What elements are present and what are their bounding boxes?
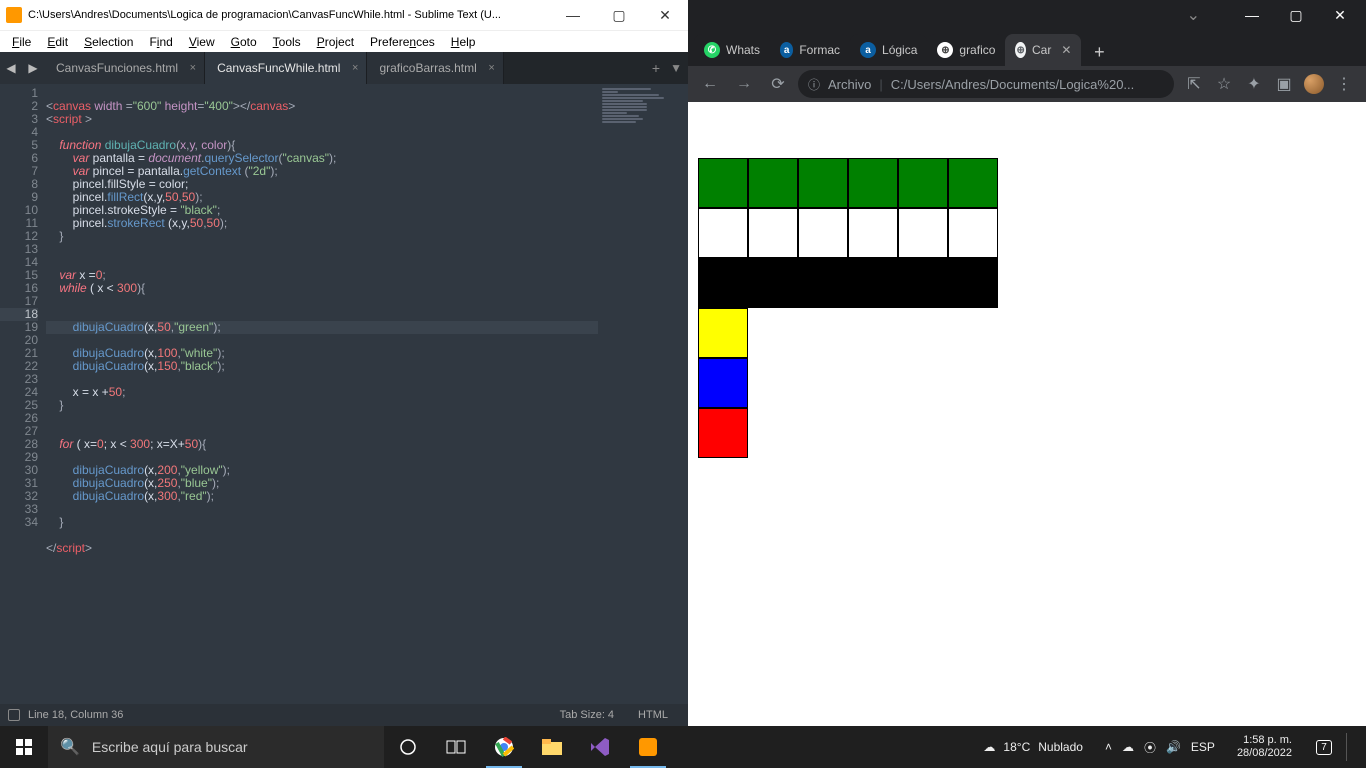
window-title: C:\Users\Andres\Documents\Logica de prog… [28,9,550,21]
sublime-app-icon [6,7,22,23]
extensions-icon[interactable]: ✦ [1240,70,1268,98]
whatsapp-icon: ✆ [704,42,720,58]
tab-menu-icon[interactable]: ▼ [670,61,682,75]
menu-help[interactable]: Help [443,33,484,51]
menu-edit[interactable]: Edit [39,33,76,51]
onedrive-icon[interactable]: ☁ [1122,740,1134,754]
star-icon[interactable]: ☆ [1210,70,1238,98]
close-icon[interactable]: × [488,62,494,74]
tab-canvasfuncwhile[interactable]: CanvasFuncWhile.html× [205,52,367,84]
close-button[interactable]: ✕ [1318,1,1362,29]
language-indicator[interactable]: ESP [1191,740,1215,754]
tab-whatsapp[interactable]: ✆Whats [694,34,770,66]
globe-icon: ⊕ [937,42,953,58]
show-desktop[interactable] [1346,733,1360,761]
tab-next-icon[interactable]: ▶ [22,52,44,84]
search-icon: 🔍 [60,737,80,757]
maximize-button[interactable]: ▢ [1274,1,1318,29]
cortana-icon[interactable] [384,726,432,768]
weather-widget[interactable]: ☁ 18°C Nublado [973,740,1093,754]
tab-prev-icon[interactable]: ◀ [0,52,22,84]
chrome-app-icon[interactable] [480,726,528,768]
search-box[interactable]: 🔍 Escribe aquí para buscar [48,726,384,768]
sidebar-toggle-icon[interactable] [8,709,20,721]
chrome-tabbar: ✆Whats aFormac aLógica ⊕grafico ⊕Car✕ + [688,30,1366,66]
close-icon[interactable]: ✕ [1061,43,1071,57]
chrome-window: ⌄ — ▢ ✕ ✆Whats aFormac aLógica ⊕grafico … [688,0,1366,726]
windows-taskbar: 🔍 Escribe aquí para buscar ☁ 18°C Nublad… [0,726,1366,768]
new-tab-button[interactable]: + [1085,38,1113,66]
sublime-menubar: File Edit Selection Find View Goto Tools… [0,30,688,52]
tab-nav: ◀ ▶ [0,52,44,84]
system-tray: ˄ ☁ ⦿ 🔊 ESP [1099,739,1221,756]
tab-grafico[interactable]: ⊕grafico [927,34,1005,66]
minimize-button[interactable]: — [550,0,596,30]
menu-project[interactable]: Project [309,33,362,51]
sublime-app-icon[interactable] [624,726,672,768]
tab-canvasfunciones[interactable]: CanvasFunciones.html× [44,52,205,84]
canvas-output [698,158,998,458]
menu-find[interactable]: Find [141,33,180,51]
tab-graficobarras[interactable]: graficoBarras.html× [367,52,503,84]
code-editor[interactable]: <canvas width ="600" height="400"></canv… [46,84,598,704]
notifications-icon[interactable]: 7 [1308,726,1340,768]
menu-selection[interactable]: Selection [76,33,141,51]
sublime-tabbar: ◀ ▶ CanvasFunciones.html× CanvasFuncWhil… [0,52,688,84]
close-button[interactable]: ✕ [642,0,688,30]
cursor-position[interactable]: Line 18, Column 36 [28,709,123,721]
browser-viewport [688,102,1366,726]
globe-icon: ⊕ [1015,42,1026,58]
address-bar[interactable]: ⓘ Archivo | C:/Users/Andres/Documents/Lo… [798,70,1174,98]
line-gutter[interactable]: 1234567891011121314151617181920212223242… [0,84,46,704]
menu-tools[interactable]: Tools [265,33,309,51]
sublime-statusbar: Line 18, Column 36 Tab Size: 4 HTML [0,704,688,726]
tab-size[interactable]: Tab Size: 4 [548,709,626,721]
taskbar-apps [384,726,672,768]
menu-view[interactable]: View [181,33,223,51]
chevron-up-icon[interactable]: ˄ [1105,740,1112,754]
new-tab-icon[interactable]: + [652,60,660,76]
menu-icon[interactable]: ⋮ [1330,70,1358,98]
close-icon[interactable]: × [190,62,196,74]
start-button[interactable] [0,726,48,768]
tab-formacion[interactable]: aFormac [770,34,850,66]
reading-list-icon[interactable]: ▣ [1270,70,1298,98]
menu-preferences[interactable]: Preferences [362,33,443,51]
tab-logica[interactable]: aLógica [850,34,927,66]
share-icon[interactable]: ⇱ [1180,70,1208,98]
sublime-titlebar[interactable]: C:\Users\Andres\Documents\Logica de prog… [0,0,688,30]
info-icon[interactable]: ⓘ [808,76,820,93]
menu-goto[interactable]: Goto [223,33,265,51]
editor-body: 1234567891011121314151617181920212223242… [0,84,688,704]
alura-icon: a [780,42,793,58]
explorer-icon[interactable] [528,726,576,768]
avatar[interactable] [1300,70,1328,98]
forward-button[interactable]: → [730,70,758,98]
taskview-icon[interactable] [432,726,480,768]
reload-button[interactable]: ⟳ [764,70,792,98]
tab-canvas[interactable]: ⊕Car✕ [1005,34,1081,66]
menu-file[interactable]: File [4,33,39,51]
volume-icon[interactable]: 🔊 [1166,740,1181,754]
chevron-down-icon[interactable]: ⌄ [1187,5,1200,25]
minimap[interactable] [598,84,688,704]
wifi-icon[interactable]: ⦿ [1144,739,1156,756]
back-button[interactable]: ← [696,70,724,98]
chrome-toolbar: ← → ⟳ ⓘ Archivo | C:/Users/Andres/Docume… [688,66,1366,102]
windows-icon [16,739,32,755]
tab-actions: + ▼ [504,52,688,84]
cloud-icon: ☁ [983,740,995,754]
syntax-mode[interactable]: HTML [626,709,680,721]
visualstudio-icon[interactable] [576,726,624,768]
alura-icon: a [860,42,876,58]
url-text: C:/Users/Andres/Documents/Logica%20... [891,77,1135,92]
minimize-button[interactable]: — [1230,1,1274,29]
clock[interactable]: 1:58 p. m. 28/08/2022 [1227,734,1302,760]
maximize-button[interactable]: ▢ [596,0,642,30]
sublime-window: C:\Users\Andres\Documents\Logica de prog… [0,0,688,726]
close-icon[interactable]: × [352,62,358,74]
chrome-window-controls: ⌄ — ▢ ✕ [688,0,1366,30]
search-placeholder: Escribe aquí para buscar [92,739,248,755]
